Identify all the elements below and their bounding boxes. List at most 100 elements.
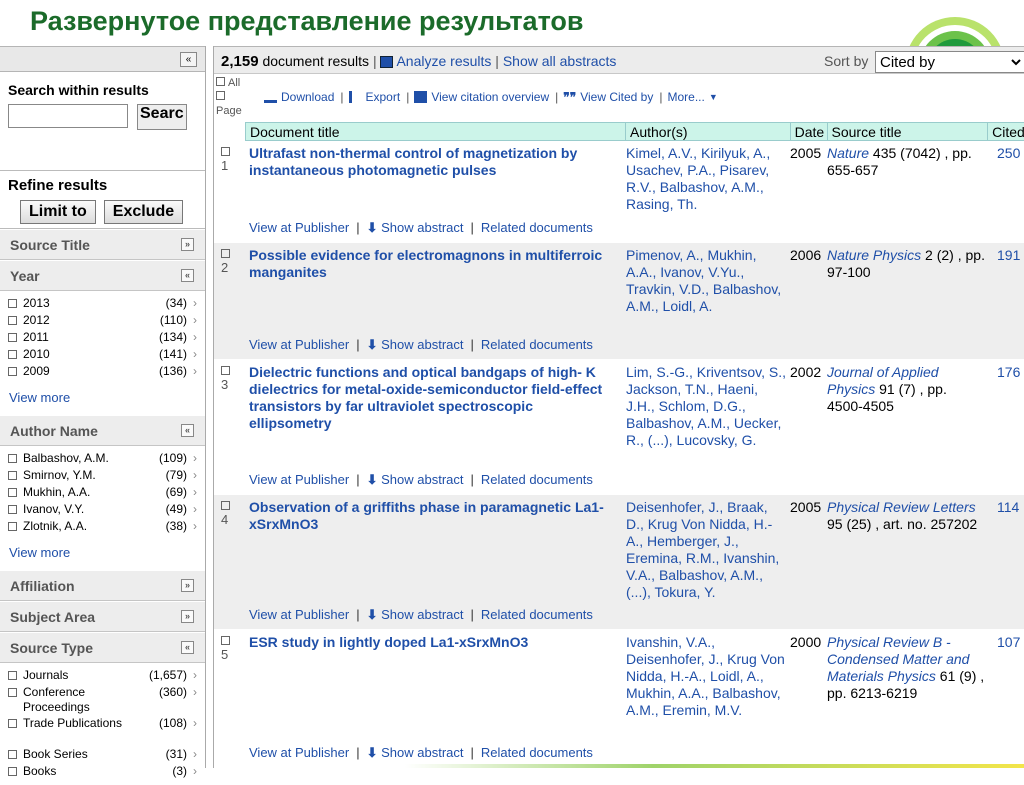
related-documents-link[interactable]: Related documents bbox=[481, 337, 593, 352]
view-at-publisher-link[interactable]: View at Publisher bbox=[249, 745, 349, 760]
checkbox[interactable] bbox=[8, 333, 17, 342]
result-authors[interactable]: Lim, S.-G., Kriventsov, S., Jackson, T.N… bbox=[626, 364, 786, 449]
facet-item[interactable]: Trade Publications (108) › bbox=[8, 716, 197, 747]
facet-affiliation[interactable]: Affiliation » bbox=[0, 570, 205, 601]
checkbox[interactable] bbox=[8, 316, 17, 325]
select-page-checkbox[interactable] bbox=[216, 91, 225, 100]
checkbox[interactable] bbox=[8, 767, 17, 776]
checkbox[interactable] bbox=[8, 671, 17, 680]
result-checkbox[interactable] bbox=[221, 366, 230, 375]
checkbox[interactable] bbox=[8, 454, 17, 463]
show-abstract-link[interactable]: Show abstract bbox=[381, 745, 463, 760]
facet-item[interactable]: Smirnov, Y.M. (79) › bbox=[8, 468, 197, 485]
result-title-link[interactable]: Possible evidence for electromagnons in … bbox=[249, 247, 619, 281]
show-abstract-link[interactable]: Show abstract bbox=[381, 337, 463, 352]
checkbox[interactable] bbox=[8, 719, 17, 728]
download-link[interactable]: Download bbox=[281, 90, 334, 104]
facet-year[interactable]: Year « bbox=[0, 260, 205, 291]
collapse-icon[interactable]: « bbox=[181, 269, 194, 282]
search-within-button[interactable]: Searc bbox=[137, 104, 187, 130]
more-menu[interactable]: More... bbox=[667, 90, 704, 104]
show-abstract-link[interactable]: Show abstract bbox=[381, 472, 463, 487]
column-document-title[interactable]: Document title bbox=[246, 123, 626, 140]
show-all-abstracts-link[interactable]: Show all abstracts bbox=[503, 53, 617, 69]
related-documents-link[interactable]: Related documents bbox=[481, 607, 593, 622]
result-authors[interactable]: Ivanshin, V.A., Deisenhofer, J., Krug Vo… bbox=[626, 634, 786, 719]
facet-item[interactable]: 2009 (136) › bbox=[8, 364, 197, 381]
source-link[interactable]: Nature Physics bbox=[827, 247, 921, 263]
facet-item[interactable]: 2012 (110) › bbox=[8, 313, 197, 330]
checkbox[interactable] bbox=[8, 350, 17, 359]
facet-item[interactable]: Ivanov, V.Y. (49) › bbox=[8, 502, 197, 519]
facet-item[interactable]: Books (3) › bbox=[8, 764, 197, 781]
view-at-publisher-link[interactable]: View at Publisher bbox=[249, 607, 349, 622]
source-link[interactable]: Nature bbox=[827, 145, 869, 161]
facet-source-title[interactable]: Source Title » bbox=[0, 229, 205, 260]
facet-item[interactable]: Zlotnik, A.A. (38) › bbox=[8, 519, 197, 536]
view-at-publisher-link[interactable]: View at Publisher bbox=[249, 337, 349, 352]
column-source-title[interactable]: Source title bbox=[828, 123, 989, 140]
facet-item[interactable]: 2011 (134) › bbox=[8, 330, 197, 347]
result-authors[interactable]: Kimel, A.V., Kirilyuk, A., Usachev, P.A.… bbox=[626, 145, 786, 213]
result-title-link[interactable]: Ultrafast non-thermal control of magneti… bbox=[249, 145, 619, 179]
checkbox[interactable] bbox=[8, 505, 17, 514]
result-authors[interactable]: Pimenov, A., Mukhin, A.A., Ivanov, V.Yu.… bbox=[626, 247, 786, 315]
facet-item[interactable]: Conference Proceedings (360) › bbox=[8, 685, 197, 716]
source-link[interactable]: Physical Review Letters bbox=[827, 499, 976, 515]
facet-source-type[interactable]: Source Type « bbox=[0, 632, 205, 663]
analyze-results-link[interactable]: Analyze results bbox=[396, 53, 491, 69]
result-title-link[interactable]: ESR study in lightly doped La1-xSrxMnO3 bbox=[249, 634, 619, 651]
result-title-link[interactable]: Dielectric functions and optical bandgap… bbox=[249, 364, 619, 432]
facet-author-name[interactable]: Author Name « bbox=[0, 415, 205, 446]
collapse-sidebar-button[interactable]: « bbox=[180, 52, 197, 67]
checkbox[interactable] bbox=[8, 750, 17, 759]
expand-icon[interactable]: » bbox=[181, 238, 194, 251]
facet-item[interactable]: 2010 (141) › bbox=[8, 347, 197, 364]
facet-item[interactable]: Balbashov, A.M. (109) › bbox=[8, 451, 197, 468]
column-date[interactable]: Date bbox=[791, 123, 828, 140]
related-documents-link[interactable]: Related documents bbox=[481, 472, 593, 487]
checkbox[interactable] bbox=[8, 688, 17, 697]
collapse-icon[interactable]: « bbox=[181, 641, 194, 654]
checkbox[interactable] bbox=[8, 522, 17, 531]
limit-to-button[interactable]: Limit to bbox=[20, 200, 96, 224]
checkbox[interactable] bbox=[8, 471, 17, 480]
column-cited-by[interactable]: Cited bbox=[988, 123, 1024, 140]
expand-icon[interactable]: » bbox=[181, 579, 194, 592]
checkbox[interactable] bbox=[8, 367, 17, 376]
view-at-publisher-link[interactable]: View at Publisher bbox=[249, 220, 349, 235]
citation-overview-link[interactable]: View citation overview bbox=[431, 90, 549, 104]
result-authors[interactable]: Deisenhofer, J., Braak, D., Krug Von Nid… bbox=[626, 499, 786, 601]
export-link[interactable]: Export bbox=[366, 90, 401, 104]
show-abstract-link[interactable]: Show abstract bbox=[381, 220, 463, 235]
view-cited-by-link[interactable]: View Cited by bbox=[580, 90, 653, 104]
result-cited-count[interactable]: 191 bbox=[997, 247, 1020, 264]
result-checkbox[interactable] bbox=[221, 147, 230, 156]
result-checkbox[interactable] bbox=[221, 636, 230, 645]
checkbox[interactable] bbox=[8, 299, 17, 308]
result-checkbox[interactable] bbox=[221, 501, 230, 510]
result-cited-count[interactable]: 176 bbox=[997, 364, 1020, 381]
search-within-input[interactable] bbox=[8, 104, 128, 128]
column-authors[interactable]: Author(s) bbox=[626, 123, 791, 140]
view-at-publisher-link[interactable]: View at Publisher bbox=[249, 472, 349, 487]
collapse-icon[interactable]: « bbox=[181, 424, 194, 437]
result-checkbox[interactable] bbox=[221, 249, 230, 258]
expand-icon[interactable]: » bbox=[181, 610, 194, 623]
sort-select[interactable]: Cited by bbox=[875, 51, 1024, 73]
related-documents-link[interactable]: Related documents bbox=[481, 745, 593, 760]
facet-item[interactable]: Mukhin, A.A. (69) › bbox=[8, 485, 197, 502]
related-documents-link[interactable]: Related documents bbox=[481, 220, 593, 235]
facet-item[interactable]: 2013 (34) › bbox=[8, 296, 197, 313]
result-cited-count[interactable]: 114 bbox=[997, 499, 1019, 516]
checkbox[interactable] bbox=[8, 488, 17, 497]
result-cited-count[interactable]: 250 bbox=[997, 145, 1020, 162]
facet-subject-area[interactable]: Subject Area » bbox=[0, 601, 205, 632]
view-more-years-link[interactable]: View more bbox=[0, 385, 205, 415]
view-more-authors-link[interactable]: View more bbox=[0, 540, 205, 570]
exclude-button[interactable]: Exclude bbox=[103, 200, 184, 224]
show-abstract-link[interactable]: Show abstract bbox=[381, 607, 463, 622]
result-cited-count[interactable]: 107 bbox=[997, 634, 1020, 651]
select-all-checkbox[interactable] bbox=[216, 77, 225, 86]
result-title-link[interactable]: Observation of a griffiths phase in para… bbox=[249, 499, 619, 533]
